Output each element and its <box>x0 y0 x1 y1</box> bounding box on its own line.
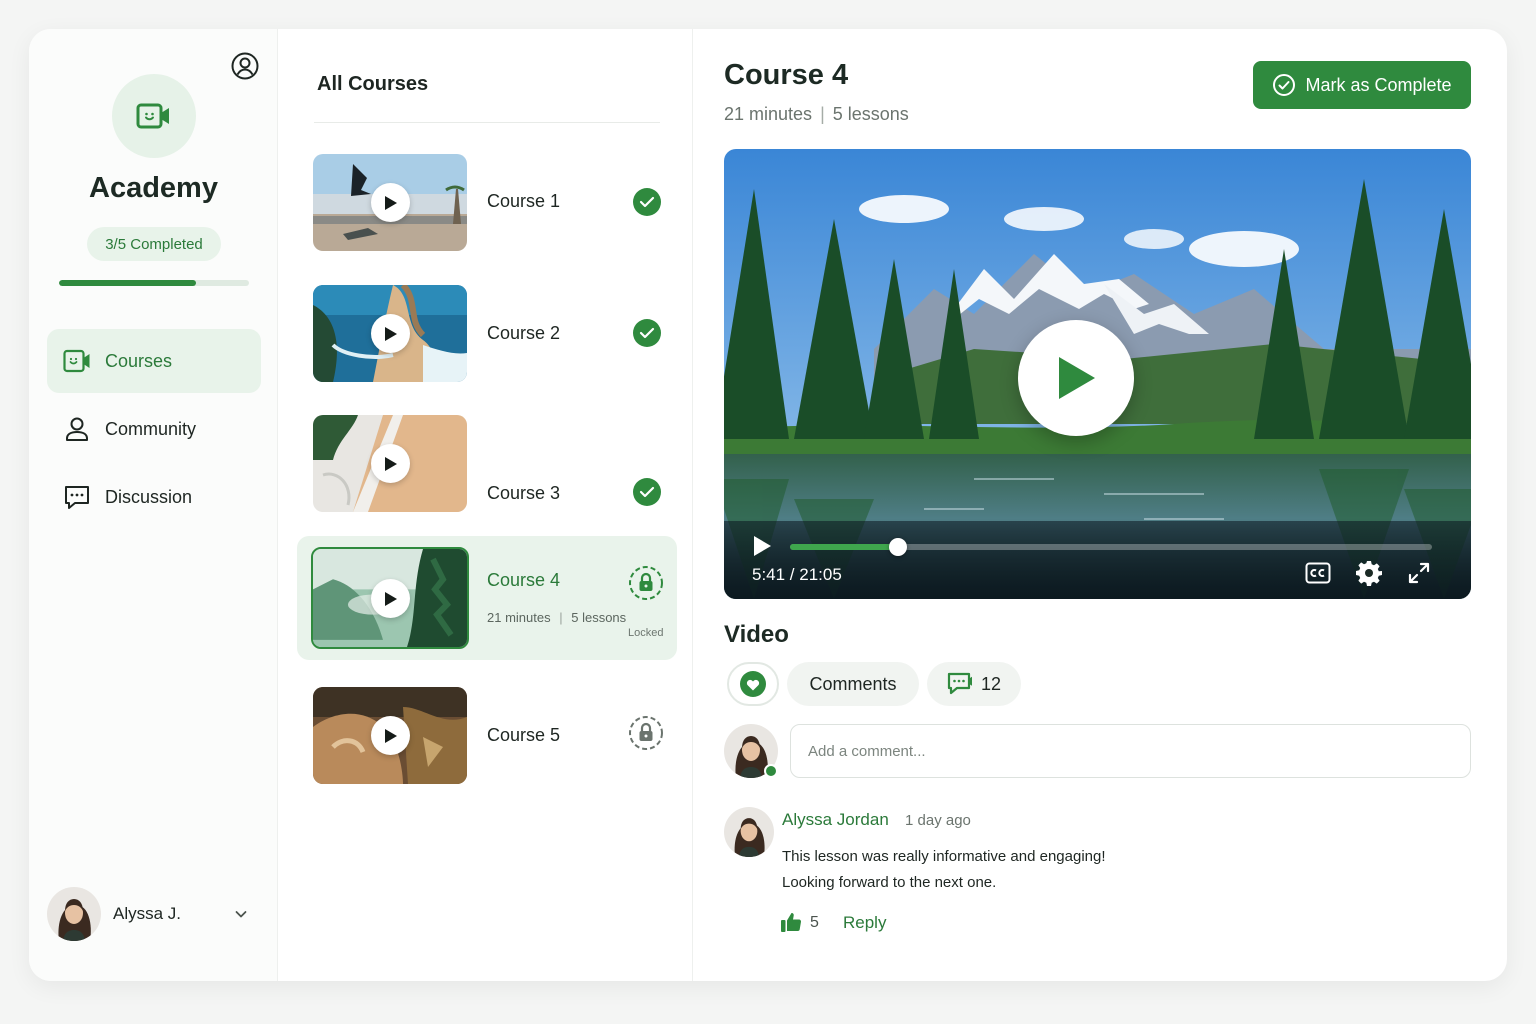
play-icon[interactable] <box>371 183 410 222</box>
time-readout: 5:41 / 21:05 <box>752 565 842 584</box>
thumbs-up-icon[interactable] <box>780 911 802 933</box>
check-icon <box>633 478 661 506</box>
nav-label-community: Community <box>105 418 197 439</box>
seek-handle[interactable] <box>888 538 907 556</box>
like-count: 5 <box>810 914 819 931</box>
captions-icon[interactable] <box>1304 559 1332 587</box>
progress-bar-fill <box>59 280 196 286</box>
course-item[interactable]: Course 1 <box>297 145 677 255</box>
gear-icon[interactable] <box>1355 559 1383 587</box>
play-icon[interactable] <box>752 535 772 562</box>
comment-count-button[interactable]: 12 <box>927 662 1021 706</box>
brand-logo <box>112 74 196 158</box>
reply-button[interactable]: Reply <box>843 913 886 933</box>
sidebar: Academy 3/5 Completed Courses Community … <box>29 29 278 981</box>
video-camera-icon <box>63 347 91 375</box>
comments-tab[interactable]: Comments <box>787 662 919 706</box>
chat-bubble-icon <box>63 483 91 511</box>
user-icon <box>63 415 91 443</box>
heart-icon <box>740 671 766 697</box>
meta-separator: | <box>559 610 563 625</box>
course-item[interactable]: Course 5 <box>297 679 677 789</box>
course-minutes: 21 minutes <box>487 610 551 625</box>
play-icon[interactable] <box>371 444 410 483</box>
mark-complete-button[interactable]: Mark as Complete <box>1253 61 1471 109</box>
meta-separator: | <box>820 104 825 124</box>
nav-item-courses[interactable]: Courses <box>47 329 261 393</box>
play-icon[interactable] <box>371 579 410 618</box>
play-icon <box>1059 357 1095 399</box>
course-meta: 21 minutes | 5 lessons <box>724 104 909 125</box>
course-thumbnail <box>311 547 469 649</box>
course-thumbnail <box>313 154 467 251</box>
comment-avatar <box>724 807 774 857</box>
user-name: Alyssa J. <box>113 904 182 923</box>
course-name: Course 2 <box>487 323 561 343</box>
divider <box>314 122 660 123</box>
comment-text: This lesson was really informative and e… <box>782 844 1106 896</box>
play-icon[interactable] <box>371 716 410 755</box>
seek-bar-fill <box>790 544 898 550</box>
comment-input[interactable] <box>790 724 1471 778</box>
account-icon[interactable] <box>230 51 260 81</box>
course-item[interactable]: Course 2 <box>297 277 677 387</box>
course-name: Course 1 <box>487 191 561 211</box>
course-meta: 21 minutes | 5 lessons <box>487 610 626 625</box>
main-panel: Course 4 21 minutes | 5 lessons Mark as Co… <box>694 29 1507 981</box>
comment-count: 12 <box>980 673 1002 694</box>
seek-bar[interactable] <box>790 538 1432 556</box>
nav-label-discussion: Discussion <box>105 486 193 507</box>
course-thumbnail <box>313 285 467 382</box>
course-lessons: 5 lessons <box>571 610 627 625</box>
course-name: Course 5 <box>487 725 561 745</box>
progress-badge: 3/5 Completed <box>87 227 221 261</box>
section-title: Video <box>724 621 789 648</box>
comment-line: Looking forward to the next one. <box>782 874 997 891</box>
online-status-dot <box>764 764 778 778</box>
comment-icon <box>947 672 972 695</box>
lock-icon <box>628 715 664 751</box>
app-window: Academy 3/5 Completed Courses Community … <box>29 29 1507 981</box>
course-item[interactable]: Course 3 <box>297 407 677 517</box>
progress-bar <box>59 280 249 286</box>
check-icon <box>633 188 661 216</box>
current-user-avatar <box>724 724 778 778</box>
play-button[interactable] <box>1018 320 1134 436</box>
comment-timestamp: 1 day ago <box>905 812 971 829</box>
page-title: Course 4 <box>724 59 849 91</box>
course-list: All Courses Course 1 Course 2 Course 3 C… <box>279 29 693 981</box>
course-thumbnail <box>313 687 467 784</box>
course-list-title: All Courses <box>317 73 429 95</box>
fullscreen-icon[interactable] <box>1405 559 1433 587</box>
course-name: Course 3 <box>487 483 561 503</box>
brand-name: Academy <box>89 172 218 204</box>
course-minutes: 21 minutes <box>724 104 813 124</box>
course-lessons: 5 lessons <box>832 104 909 124</box>
chevron-down-icon <box>235 911 247 918</box>
like-button[interactable] <box>727 662 779 706</box>
mark-complete-label: Mark as Complete <box>1305 74 1452 95</box>
nav-item-discussion[interactable]: Discussion <box>47 465 261 529</box>
user-menu[interactable]: Alyssa J. <box>47 887 257 941</box>
avatar <box>724 807 774 857</box>
lock-icon <box>628 565 664 601</box>
locked-label: Locked <box>628 627 664 639</box>
video-camera-icon <box>136 103 169 129</box>
course-name: Course 4 <box>487 570 561 590</box>
course-thumbnail <box>313 415 467 512</box>
comment-author[interactable]: Alyssa Jordan <box>782 810 889 830</box>
comment-line: This lesson was really informative and e… <box>782 848 1106 865</box>
nav-label-courses: Courses <box>105 350 173 371</box>
course-item-active[interactable]: Course 4 21 minutes | 5 lessons Locked <box>297 536 677 660</box>
avatar <box>47 887 101 941</box>
video-controls: 5:41 / 21:05 <box>724 521 1471 599</box>
check-icon <box>633 319 661 347</box>
play-icon[interactable] <box>371 314 410 353</box>
check-circle-icon <box>1273 74 1296 96</box>
nav-item-community[interactable]: Community <box>47 397 261 461</box>
video-player[interactable]: 5:41 / 21:05 <box>724 149 1471 599</box>
